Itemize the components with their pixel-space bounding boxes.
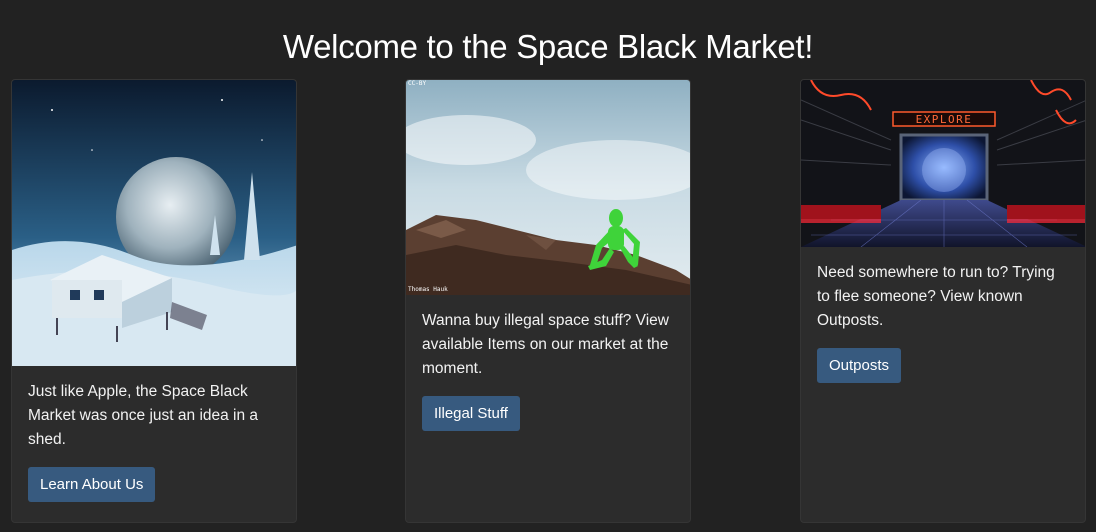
card-outposts: EXPLORE Need somewhere to run to? Trying: [800, 79, 1086, 523]
learn-about-us-button[interactable]: Learn About Us: [28, 467, 156, 502]
card-body: Need somewhere to run to? Trying to flee…: [801, 247, 1085, 383]
card-about: Just like Apple, the Space Black Market …: [11, 79, 297, 523]
outposts-button[interactable]: Outposts: [817, 348, 902, 383]
image-credit: Thomas Hauk: [408, 286, 448, 293]
card-text: Just like Apple, the Space Black Market …: [28, 383, 259, 448]
page-title: Welcome to the Space Black Market!: [282, 28, 814, 66]
card-text: Wanna buy illegal space stuff? View avai…: [422, 312, 670, 377]
card-items: CC-BY Thomas Hauk Wanna buy illegal spac…: [405, 79, 691, 523]
card-image-alien: CC-BY Thomas Hauk: [406, 80, 690, 295]
card-body: Wanna buy illegal space stuff? View avai…: [406, 295, 690, 431]
image-badge: CC-BY: [408, 80, 426, 87]
card-image-moon-outpost: [12, 80, 296, 366]
illegal-stuff-button[interactable]: Illegal Stuff: [422, 396, 520, 431]
card-body: Just like Apple, the Space Black Market …: [12, 366, 296, 502]
card-text: Need somewhere to run to? Trying to flee…: [817, 264, 1055, 329]
page: Welcome to the Space Black Market! Just …: [0, 0, 1096, 532]
explore-sign: EXPLORE: [916, 113, 973, 126]
card-image-corridor: EXPLORE: [801, 80, 1085, 247]
